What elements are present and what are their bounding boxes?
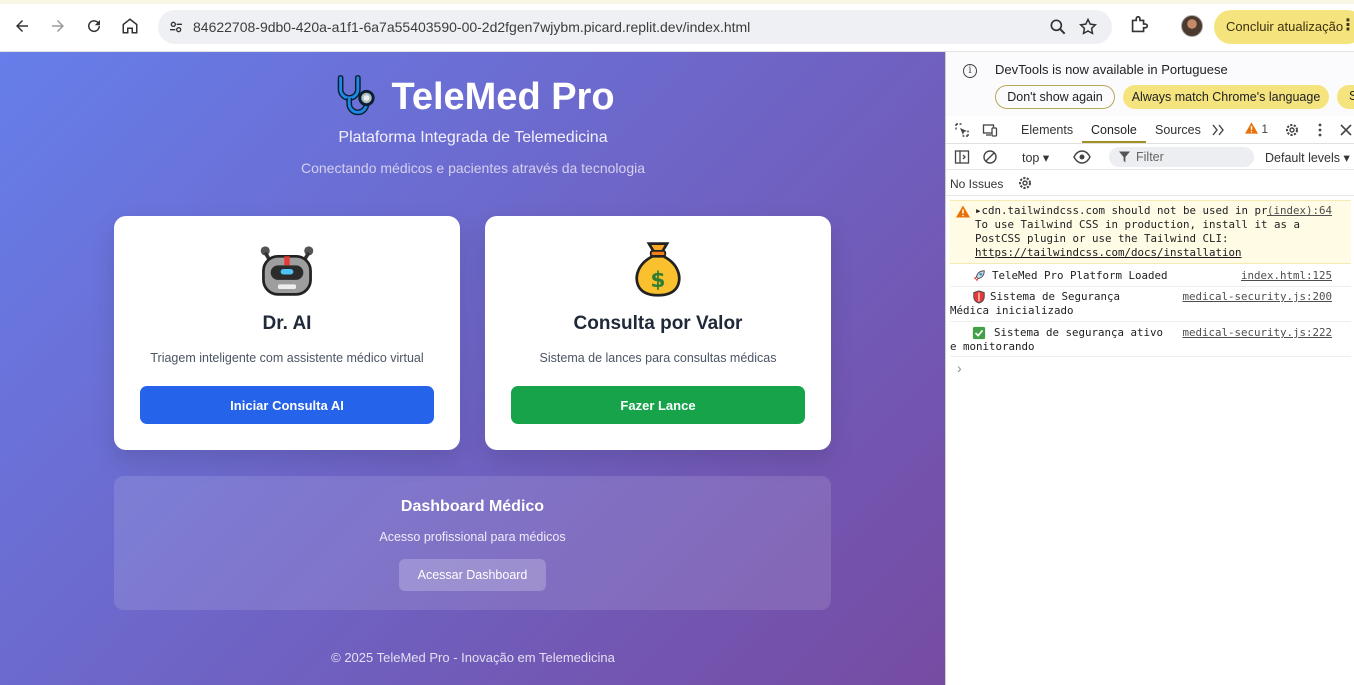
access-dashboard-button[interactable]: Acessar Dashboard [399, 559, 546, 591]
more-menu-icon[interactable]: ⋮ [1340, 18, 1354, 34]
console-log-message: Sistema de Segurança Médica inicializado… [950, 287, 1351, 322]
update-button[interactable]: Concluir atualização ⋮ [1214, 10, 1354, 44]
extensions-icon[interactable] [1128, 14, 1150, 36]
telemed-page: TeleMed Pro Plataforma Integrada de Tele… [0, 52, 946, 685]
infobar-message: DevTools is now available in Portuguese [995, 62, 1228, 77]
page-footer: © 2025 TeleMed Pro - Inovação em Telemed… [331, 650, 615, 665]
reload-button[interactable] [80, 12, 108, 40]
console-settings-gear-icon[interactable] [1017, 175, 1033, 191]
switch-language-button[interactable]: S [1337, 85, 1354, 109]
inspect-element-icon[interactable] [954, 122, 970, 138]
back-button[interactable] [8, 12, 36, 40]
robot-icon [260, 246, 314, 296]
forward-arrow-icon [52, 20, 64, 32]
reload-icon [88, 20, 101, 33]
profile-avatar[interactable] [1181, 15, 1203, 37]
source-link[interactable]: medical-security.js:222 [1182, 326, 1332, 340]
consulta-valor-card: $ Consulta por Valor Sistema de lances p… [485, 216, 831, 450]
dr-ai-card: Dr. AI Triagem inteligente com assistent… [114, 216, 460, 450]
tab-sources[interactable]: Sources [1155, 123, 1201, 137]
update-button-label: Concluir atualização [1226, 19, 1344, 34]
card-title: Consulta por Valor [573, 313, 743, 334]
console-toolbar: top ▾ Filter Default levels ▾ [946, 144, 1354, 170]
home-button[interactable] [116, 12, 144, 40]
sidebar-toggle-icon[interactable] [954, 149, 970, 165]
match-language-button[interactable]: Always match Chrome's language [1123, 85, 1329, 109]
console-filter-input[interactable]: Filter [1109, 147, 1254, 167]
filter-funnel-icon [1119, 151, 1130, 163]
tab-console[interactable]: Console [1091, 123, 1137, 137]
close-devtools-icon[interactable] [1338, 122, 1354, 138]
console-log-message: Sistema de segurança ativo e monitorando… [950, 323, 1351, 357]
doctor-dashboard-panel: Dashboard Médico Acesso profissional par… [114, 476, 831, 610]
console-log-message: TeleMed Pro Platform Loaded index.html:1… [950, 266, 1351, 287]
source-link[interactable]: (index):64 [1266, 204, 1332, 218]
site-info-icon[interactable] [164, 15, 188, 39]
warning-count: 1 [1261, 122, 1269, 136]
filter-placeholder: Filter [1136, 150, 1164, 164]
kebab-menu-icon[interactable] [1312, 122, 1328, 138]
brand-header: TeleMed Pro [0, 74, 946, 120]
browser-toolbar: 84622708-9db0-420a-a1f1-6a7a55403590-00-… [0, 0, 1354, 52]
toolbar-top-strip [0, 0, 1354, 4]
svg-text:$: $ [650, 268, 665, 293]
start-ai-consult-button[interactable]: Iniciar Consulta AI [140, 386, 434, 424]
rocket-icon [973, 270, 985, 282]
source-link[interactable]: index.html:125 [1241, 269, 1332, 283]
dont-show-again-button[interactable]: Don't show again [995, 85, 1115, 109]
active-tab-indicator [1082, 141, 1146, 143]
log-levels-value: Default levels [1265, 151, 1341, 165]
forward-button[interactable] [44, 12, 72, 40]
warning-triangle-icon [956, 205, 970, 218]
tab-elements[interactable]: Elements [1021, 123, 1073, 137]
dashboard-title: Dashboard Médico [400, 498, 545, 515]
devtools-panel: i DevTools is now available in Portugues… [945, 52, 1354, 685]
back-arrow-icon [16, 20, 28, 32]
log-text: Sistema de Segurança Médica inicializado [950, 290, 1127, 317]
issues-bar: No Issues [946, 170, 1354, 196]
dashboard-description: Acesso profissional para médicos [379, 530, 566, 544]
source-link[interactable]: medical-security.js:200 [1182, 290, 1332, 304]
devtools-language-infobar: i DevTools is now available in Portugues… [946, 52, 1354, 116]
brand-title: TeleMed Pro [391, 75, 615, 118]
log-levels-dropdown[interactable]: Default levels ▾ [1265, 150, 1350, 165]
card-description: Triagem inteligente com assistente médic… [150, 351, 424, 365]
console-warning-message: ▸cdn.tailwindcss.com should not be used … [950, 200, 1351, 264]
money-bag-icon: $ [635, 242, 681, 297]
info-icon: i [963, 64, 977, 78]
bookmark-star-icon[interactable] [1078, 17, 1098, 37]
context-selector[interactable]: top ▾ [1022, 150, 1049, 165]
card-title: Dr. AI [262, 313, 312, 334]
issues-label: No Issues [950, 177, 1004, 191]
context-value: top [1022, 151, 1040, 165]
log-text: Sistema de segurança ativo e monitorando [950, 326, 1170, 353]
zoom-icon[interactable] [1048, 17, 1068, 37]
settings-gear-icon[interactable] [1284, 122, 1300, 138]
address-bar[interactable]: 84622708-9db0-420a-a1f1-6a7a55403590-00-… [158, 10, 1112, 44]
page-tagline: Conectando médicos e pacientes através d… [301, 160, 645, 176]
more-tabs-chevron-icon[interactable] [1210, 122, 1226, 138]
page-subtitle: Plataforma Integrada de Telemedicina [338, 129, 608, 146]
devtools-tabbar: Elements Console Sources 1 [946, 116, 1354, 144]
clear-console-icon[interactable] [982, 149, 998, 165]
stethoscope-icon [338, 74, 376, 116]
card-description: Sistema de lances para consultas médicas [539, 351, 777, 365]
tailwind-docs-link[interactable]: https://tailwindcss.com/docs/installatio… [975, 246, 1242, 259]
warning-triangle-icon [1245, 122, 1258, 134]
log-text: TeleMed Pro Platform Loaded [992, 269, 1168, 282]
place-bid-button[interactable]: Fazer Lance [511, 386, 805, 424]
live-expression-eye-icon[interactable] [1073, 149, 1091, 165]
warning-counter[interactable]: 1 [1245, 122, 1268, 136]
device-toolbar-icon[interactable] [982, 122, 998, 138]
console-prompt[interactable]: › [957, 360, 962, 376]
home-icon [122, 18, 138, 34]
url-text[interactable]: 84622708-9db0-420a-a1f1-6a7a55403590-00-… [193, 19, 750, 35]
